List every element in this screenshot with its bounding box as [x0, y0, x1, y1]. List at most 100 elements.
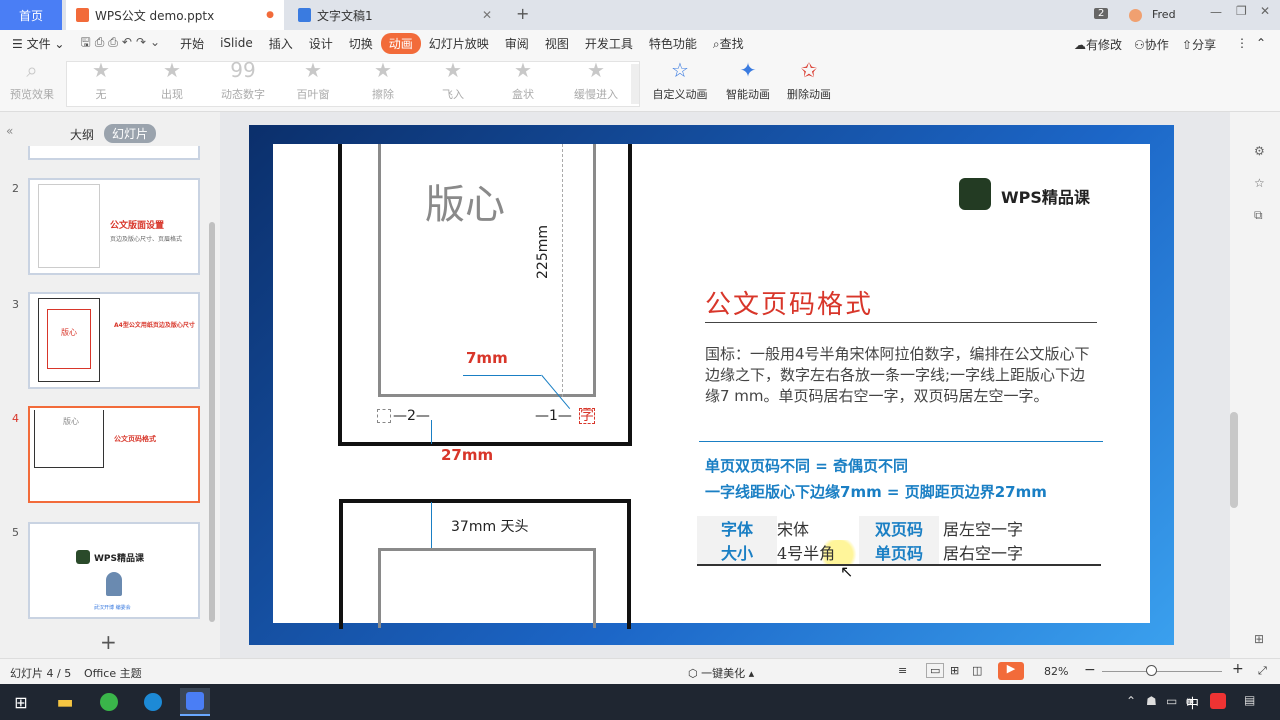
tray-app-icon[interactable]: ☗	[1146, 694, 1157, 708]
close-tab-icon[interactable]: ✕	[482, 8, 492, 22]
pptx-file-icon	[76, 8, 89, 22]
menu-review[interactable]: 审阅	[497, 35, 537, 52]
restore-icon[interactable]: ❐	[1236, 4, 1247, 18]
notification-icon[interactable]: ▤	[1244, 693, 1255, 707]
page-number-odd: —1—	[535, 408, 572, 424]
page-number-even: —2—	[393, 408, 430, 424]
smart-animation-icon: ✦	[739, 58, 757, 82]
effect-appear[interactable]: ★ 出现	[158, 58, 186, 102]
browser-green-icon[interactable]	[94, 688, 124, 716]
fit-window-icon[interactable]: ⤢	[1258, 664, 1267, 678]
tab-outline[interactable]: 大纲	[70, 126, 94, 143]
smart-animation-button[interactable]: ✦ 智能动画	[720, 58, 776, 102]
effect-box[interactable]: ★ 盒状	[510, 58, 536, 102]
table-cell: 宋体	[777, 520, 810, 539]
file-explorer-icon[interactable]: ▬	[50, 688, 80, 716]
zoom-level[interactable]: 82%	[1044, 665, 1068, 678]
modified-label: 有修改	[1086, 38, 1123, 52]
menu-animation[interactable]: 动画	[380, 32, 421, 54]
collapse-ribbon-icon[interactable]: ⌃	[1256, 36, 1266, 50]
slide-body-text: 国标：一般用4号半角宋体阿拉伯数字，编排在公文版心下边缘之下，数字左右各放一条一…	[705, 345, 1090, 405]
menu-design[interactable]: 设计	[301, 35, 341, 52]
zoom-in-icon[interactable]: +	[1232, 661, 1244, 677]
custom-animation-button[interactable]: ☆ 自定义动画	[652, 58, 708, 102]
thumb-slide-4-selected[interactable]: 版心 公文页码格式	[28, 406, 200, 503]
menu-insert[interactable]: 插入	[261, 35, 301, 52]
wps-app-icon[interactable]	[180, 688, 210, 716]
thumb-caption: 武汉开博 编委会	[94, 605, 131, 611]
menu-bar: ☰ 文件 ⌄ 🖫⎙⎙↶↷⌄ 开始 iSlide 插入 设计 切换 动画 幻灯片放…	[0, 30, 1280, 56]
new-tab-icon[interactable]: +	[516, 4, 529, 23]
effect-slow-in[interactable]: ★ 缓慢进入	[572, 58, 620, 102]
slide-sorter-icon[interactable]: ⊞	[950, 664, 959, 677]
title-tab-bar: 首页 WPS公文 demo.pptx ● 文字文稿1 ✕ + 2 Fred — …	[0, 0, 1280, 30]
tab-ppt-document[interactable]: WPS公文 demo.pptx ●	[66, 0, 284, 30]
menu-features[interactable]: 特色功能	[641, 35, 705, 52]
normal-view-icon[interactable]: ▭	[926, 663, 945, 678]
menu-view[interactable]: 视图	[537, 35, 577, 52]
menu-transition[interactable]: 切换	[341, 35, 381, 52]
thumb-subtitle: 页边及版心尺寸、页眉格式	[110, 236, 183, 243]
tab-home[interactable]: 首页	[0, 0, 62, 30]
zoom-slider-thumb[interactable]	[1146, 665, 1157, 676]
menu-slideshow[interactable]: 幻灯片放映	[421, 35, 497, 52]
property-icon[interactable]: ⚙	[1254, 144, 1265, 158]
gallery-scrollbar[interactable]	[631, 64, 639, 104]
ime-indicator[interactable]: 中	[1186, 693, 1199, 712]
slide-thumbnail-panel: « 大纲 幻灯片 2 公文版面设置 页边及版心尺寸、页眉格式 3 版心 A4型公…	[0, 112, 220, 658]
add-slide-icon[interactable]: +	[100, 630, 117, 654]
tray-expand-icon[interactable]: ⌃	[1126, 694, 1136, 708]
effect-blinds[interactable]: ★ 百叶窗	[296, 58, 330, 102]
effect-none[interactable]: ★ 无	[88, 58, 114, 102]
play-slideshow-icon[interactable]: ▶	[998, 662, 1024, 680]
share-button[interactable]: ⇧分享	[1182, 36, 1216, 53]
thumb-panel-scrollbar[interactable]	[209, 222, 215, 622]
edge-browser-icon[interactable]	[138, 688, 168, 716]
effect-fly-in[interactable]: ★ 飞入	[440, 58, 466, 102]
thumb-slide-2[interactable]: 公文版面设置 页边及版心尺寸、页眉格式	[28, 178, 200, 275]
thumb-number: 2	[12, 182, 19, 195]
notes-icon[interactable]: ≡	[898, 664, 907, 677]
window-count-badge[interactable]: 2	[1094, 8, 1109, 19]
menu-developer[interactable]: 开发工具	[577, 35, 641, 52]
menu-islide[interactable]: iSlide	[212, 36, 261, 50]
network-icon[interactable]: ▭	[1166, 694, 1177, 708]
thumb-slide-5[interactable]: WPS精品课 武汉开博 编委会	[28, 522, 200, 619]
number-icon: 99	[230, 58, 256, 82]
collab-button[interactable]: ⚇协作	[1134, 36, 1169, 53]
close-window-icon[interactable]: ✕	[1260, 4, 1270, 18]
animation-pane-icon[interactable]: ☆	[1254, 176, 1265, 190]
zoom-out-icon[interactable]: −	[1084, 662, 1096, 678]
more-menu-icon[interactable]: ⋮	[1236, 36, 1248, 50]
windows-start-icon[interactable]: ⊞	[6, 688, 36, 716]
zoom-slider[interactable]	[1102, 671, 1222, 672]
copy-icon[interactable]: ⧉	[1254, 208, 1263, 223]
thumb-slide-3[interactable]: 版心 A4型公文用纸页边及版心尺寸	[28, 292, 200, 389]
effect-dynamic-number-label: 动态数字	[221, 88, 265, 101]
reading-view-icon[interactable]: ◫	[972, 664, 982, 677]
tab-word-document[interactable]: 文字文稿1 ✕	[288, 0, 502, 30]
slide[interactable]: 版心 225mm 7mm —2— —1— 字 27mm 37mm 天头 WPS精…	[249, 125, 1174, 645]
slide-content-area: 版心 225mm 7mm —2— —1— 字 27mm 37mm 天头 WPS精…	[273, 144, 1150, 629]
delete-animation-button[interactable]: ✩ 删除动画	[786, 58, 832, 102]
collapse-panel-icon[interactable]: «	[6, 124, 13, 138]
preview-effect-button[interactable]: ⌕ 预览效果	[10, 58, 54, 102]
beautify-button[interactable]: ⬡ 一键美化 ▴	[688, 665, 754, 681]
modified-button[interactable]: ☁有修改	[1074, 36, 1122, 53]
thumb-title: 公文页码格式	[114, 435, 156, 443]
menu-home[interactable]: 开始	[172, 35, 212, 52]
effect-dynamic-number[interactable]: 99 动态数字	[220, 58, 266, 102]
user-avatar[interactable]	[1129, 9, 1142, 22]
user-name[interactable]: Fred	[1152, 8, 1176, 21]
effect-wipe[interactable]: ★ 擦除	[370, 58, 396, 102]
thumb-slide-1-partial[interactable]	[28, 146, 200, 160]
effect-fly-in-label: 飞入	[442, 88, 464, 101]
menu-file[interactable]: ☰ 文件 ⌄	[0, 35, 72, 52]
grid-icon[interactable]: ⊞	[1254, 632, 1264, 646]
quick-access-icons[interactable]: 🖫⎙⎙↶↷⌄	[72, 33, 172, 54]
minimize-icon[interactable]: —	[1210, 5, 1222, 19]
antivirus-icon[interactable]	[1210, 693, 1226, 709]
search-button[interactable]: ⌕查找	[705, 35, 752, 52]
canvas-scrollbar[interactable]	[1230, 412, 1238, 508]
tab-slides[interactable]: 幻灯片	[104, 124, 157, 143]
